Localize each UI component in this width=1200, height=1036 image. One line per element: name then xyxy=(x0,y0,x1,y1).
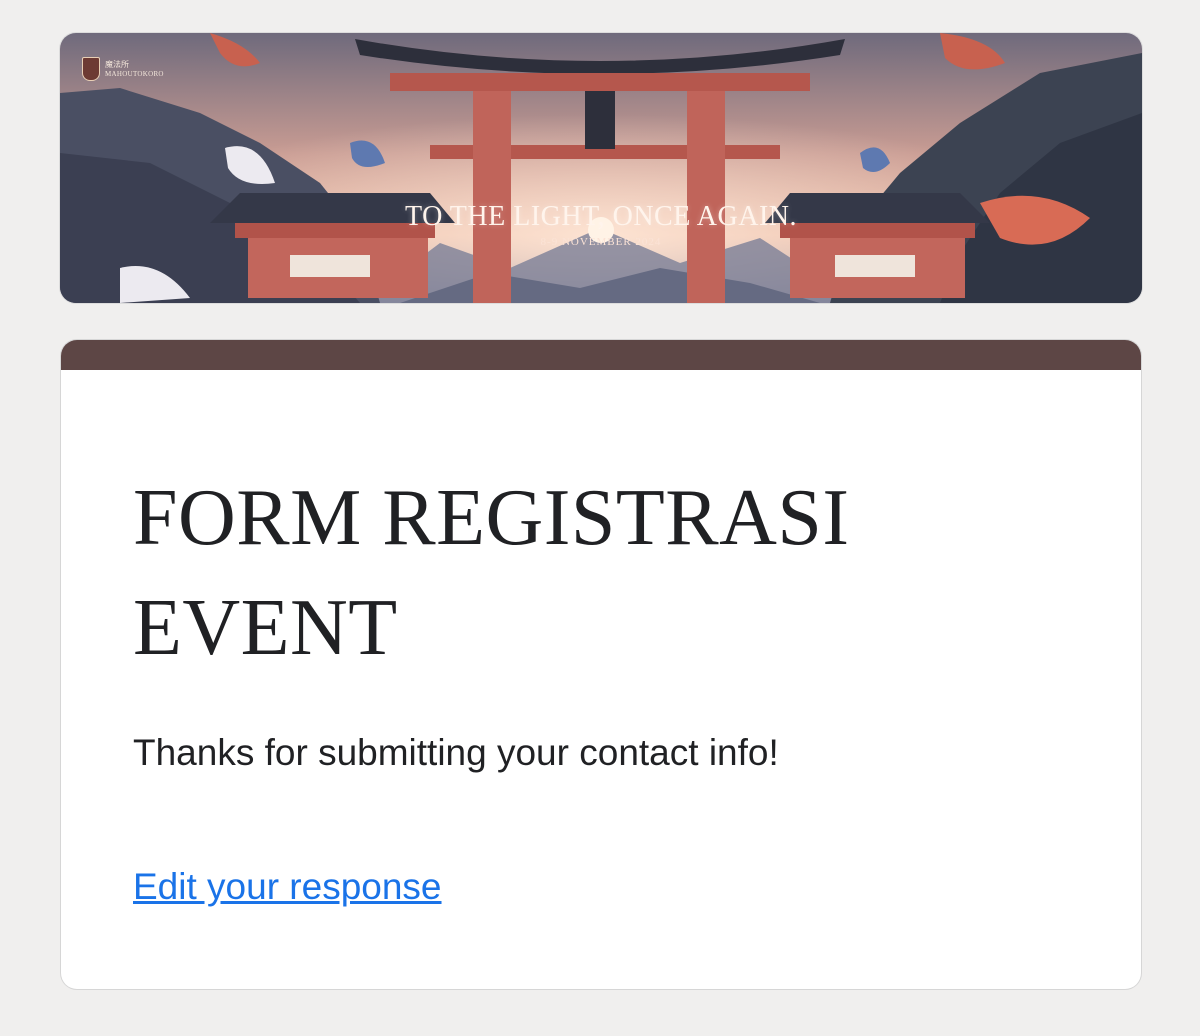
confirmation-card: FORM REGISTRASI EVENT Thanks for submitt… xyxy=(61,340,1141,989)
brand-logo: 魔法所 MAHOUTOKORO xyxy=(82,57,164,81)
banner-illustration xyxy=(60,33,1142,303)
header-banner: 魔法所 MAHOUTOKORO TO THE LIGHT, ONCE AGAIN… xyxy=(60,33,1142,303)
banner-title: TO THE LIGHT, ONCE AGAIN. xyxy=(404,201,798,232)
form-title: FORM REGISTRASI EVENT xyxy=(133,474,850,672)
crest-icon xyxy=(82,57,100,81)
banner-date: 8-9 NOVEMBER 2024 xyxy=(540,236,662,248)
confirmation-message: Thanks for submitting your contact info! xyxy=(133,732,779,773)
edit-response-link[interactable]: Edit your response xyxy=(133,866,442,908)
logo-kanji: 魔法所 xyxy=(105,59,129,69)
form-accent-bar xyxy=(61,340,1141,370)
logo-name: MAHOUTOKORO xyxy=(105,69,164,78)
